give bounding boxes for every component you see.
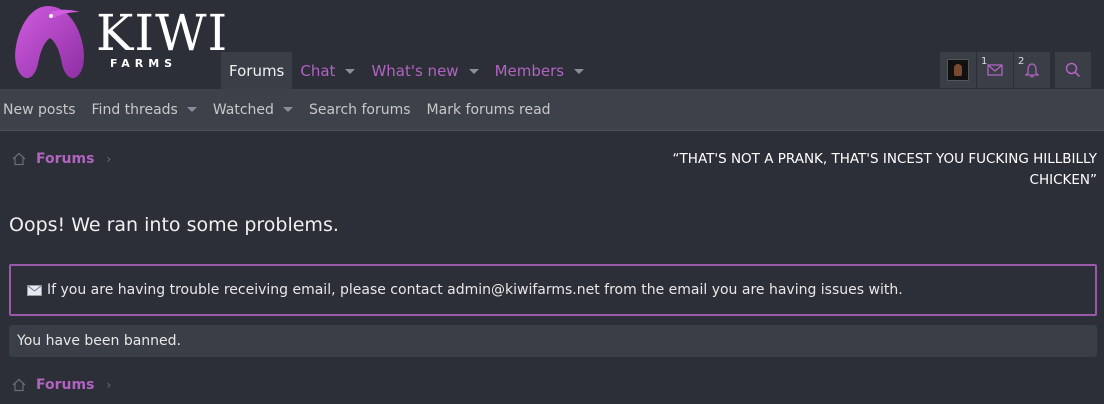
chevron-right-icon: › (106, 152, 112, 166)
account-button[interactable] (940, 52, 976, 88)
tab-members-label: Members (494, 62, 565, 80)
page-title: Oops! We ran into some problems. (9, 214, 339, 236)
envelope-icon (987, 64, 1003, 76)
home-icon[interactable] (12, 152, 26, 166)
home-icon[interactable] (12, 378, 26, 392)
subnav-mark-read-label: Mark forums read (426, 101, 551, 118)
tab-members[interactable]: Members (487, 52, 593, 90)
breadcrumb-bottom: Forums › (12, 377, 111, 393)
logo-subtitle: FARMS (110, 57, 178, 70)
header-quote: “THAT'S NOT A PRANK, THAT'S INCEST YOU F… (672, 151, 1097, 188)
alerts-badge: 2 (1018, 56, 1025, 67)
search-icon (1065, 62, 1081, 78)
chevron-down-icon[interactable] (468, 68, 479, 74)
subnav-new-posts-label: New posts (3, 101, 76, 118)
site-logo[interactable]: KIWI FARMS (10, 2, 227, 82)
subnav-find-threads[interactable]: Find threads (92, 102, 197, 118)
subnav-watched[interactable]: Watched (213, 102, 293, 118)
error-message-box: You have been banned. (9, 325, 1097, 357)
user-area: 1 2 (940, 52, 1051, 88)
chevron-down-icon[interactable] (345, 68, 356, 74)
subnav-watched-label: Watched (212, 101, 274, 118)
envelope-icon (27, 284, 42, 296)
email-notice-text: If you are having trouble receiving emai… (47, 282, 903, 298)
breadcrumb-forums[interactable]: Forums (36, 151, 94, 167)
email-notice: If you are having trouble receiving emai… (9, 264, 1097, 316)
tab-forums[interactable]: Forums (221, 52, 293, 90)
tab-forums-label: Forums (229, 62, 285, 80)
chevron-down-icon[interactable] (282, 107, 293, 112)
main-nav: Forums Chat What's new Members (221, 52, 592, 90)
conversations-badge: 1 (981, 56, 988, 67)
subnav-search-forums[interactable]: Search forums (309, 102, 411, 118)
site-header: KIWI FARMS Forums Chat What's new Member… (0, 0, 1104, 90)
tab-whats-new[interactable]: What's new (363, 52, 486, 90)
alerts-button[interactable]: 2 (1014, 52, 1050, 88)
breadcrumb-forums[interactable]: Forums (36, 377, 94, 393)
chevron-right-icon: › (106, 378, 112, 392)
kiwi-logo-icon (15, 6, 84, 79)
sub-nav: New posts Find threads Watched Search fo… (0, 89, 1104, 131)
tab-whats-new-label: What's new (371, 62, 459, 80)
subnav-mark-read[interactable]: Mark forums read (427, 102, 551, 118)
tab-chat-label: Chat (300, 62, 336, 80)
tab-chat[interactable]: Chat (292, 52, 363, 90)
subnav-search-forums-label: Search forums (308, 101, 411, 118)
conversations-button[interactable]: 1 (977, 52, 1013, 88)
chevron-down-icon[interactable] (186, 107, 197, 112)
error-message: You have been banned. (17, 333, 181, 349)
chevron-down-icon[interactable] (574, 68, 585, 74)
logo-title: KIWI (96, 4, 229, 62)
subnav-find-threads-label: Find threads (91, 101, 178, 118)
avatar (947, 59, 969, 81)
subnav-new-posts[interactable]: New posts (3, 102, 76, 118)
search-button[interactable] (1055, 52, 1091, 88)
bell-icon (1025, 63, 1039, 78)
breadcrumb: Forums › (12, 151, 111, 167)
